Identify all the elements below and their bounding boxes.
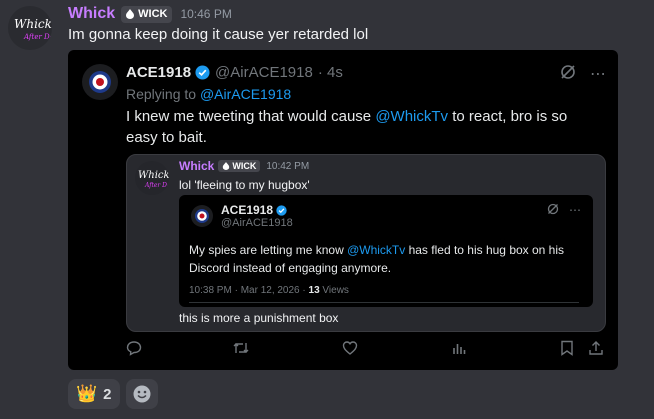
add-reaction-button[interactable] xyxy=(125,379,158,409)
reaction-count: 2 xyxy=(103,385,112,403)
message-text: Im gonna keep doing it cause yer retarde… xyxy=(68,26,369,43)
svg-text:Whick: Whick xyxy=(14,17,52,31)
crown-emoji: 👑 xyxy=(76,384,98,403)
bookmark-icon[interactable] xyxy=(560,340,574,356)
tweet-text-part: I knew me tweeting that would cause xyxy=(126,108,376,125)
tweet-tools: ⋯ xyxy=(560,64,606,84)
quoted-discord-message[interactable]: Whick After Dark Whick WICK 10:42 PM lol… xyxy=(126,154,606,332)
inner-tweet-avatar xyxy=(191,205,213,227)
views-icon[interactable] xyxy=(451,340,467,356)
quoted-guild-tag: WICK xyxy=(218,160,261,172)
tweet-display-name[interactable]: ACE1918 xyxy=(126,64,191,81)
replying-prefix: Replying to xyxy=(126,86,197,102)
retweet-icon[interactable] xyxy=(232,340,250,356)
guild-tag[interactable]: WICK xyxy=(121,5,173,23)
more-icon[interactable]: ⋯ xyxy=(590,64,606,84)
tweet-embed[interactable]: ACE1918 @AirACE1918 · 4s ⋯ Replying to @… xyxy=(68,50,618,370)
quoted-timestamp: 10:42 PM xyxy=(266,160,310,172)
share-icon[interactable] xyxy=(588,340,604,356)
svg-text:After Dark: After Dark xyxy=(144,182,169,189)
add-reaction-icon xyxy=(133,385,151,403)
inner-tweet-name-text: ACE1918 xyxy=(221,203,274,217)
svg-text:After Dark: After Dark xyxy=(23,33,52,41)
inner-tweet[interactable]: ACE1918 @AirACE1918 ⋯ My spies are letti… xyxy=(179,195,593,307)
inner-tweet-time: 10:38 PM · Mar 12, 2026 · xyxy=(189,285,309,296)
timestamp[interactable]: 10:46 PM xyxy=(180,7,231,21)
inner-tweet-views-count: 13 xyxy=(308,285,320,296)
verified-icon xyxy=(195,65,210,80)
tweet-text: I knew me tweeting that would cause @Whi… xyxy=(126,106,596,148)
tweet-avatar[interactable] xyxy=(82,64,118,100)
quoted-username: Whick xyxy=(179,159,215,173)
inner-tweet-text: My spies are letting me know @WhickTv ha… xyxy=(189,241,579,277)
inner-tweet-handle: @AirACE1918 xyxy=(221,217,293,229)
inner-tweet-tools: ⋯ xyxy=(547,203,581,217)
mention-link[interactable]: @WhickTv xyxy=(375,108,448,125)
reaction-crown[interactable]: 👑 2 xyxy=(68,379,120,409)
message-header: Whick WICK 10:46 PM xyxy=(68,4,232,24)
quoted-header: Whick WICK 10:42 PM xyxy=(179,159,309,173)
inner-tweet-display-name: ACE1918 xyxy=(221,203,287,217)
svg-text:Whick: Whick xyxy=(138,170,169,181)
grok-icon xyxy=(547,203,559,215)
avatar[interactable]: Whick After Dark xyxy=(8,6,52,50)
quoted-footer-text: this is more a punishment box xyxy=(179,311,339,325)
tweet-age: · 4s xyxy=(317,64,343,81)
tweet-header: ACE1918 @AirACE1918 · 4s xyxy=(126,64,343,81)
username[interactable]: Whick xyxy=(68,5,115,23)
quoted-guild-tag-label: WICK xyxy=(232,161,257,171)
more-icon: ⋯ xyxy=(569,203,581,217)
quoted-avatar: Whick After Dark xyxy=(135,161,169,195)
inner-tweet-text-part: My spies are letting me know xyxy=(189,243,348,257)
like-icon[interactable] xyxy=(342,340,358,356)
guild-tag-label: WICK xyxy=(138,8,168,20)
replying-to-link[interactable]: @AirACE1918 xyxy=(200,86,291,102)
tweet-actions xyxy=(68,338,618,362)
divider xyxy=(189,302,579,303)
flame-icon xyxy=(223,162,230,170)
inner-tweet-meta: 10:38 PM · Mar 12, 2026 · 13 Views xyxy=(189,285,349,296)
flame-icon xyxy=(126,9,135,19)
inner-tweet-views-label: Views xyxy=(319,285,349,296)
quoted-message-text: lol 'fleeing to my hugbox' xyxy=(179,178,310,192)
replying-to: Replying to @AirACE1918 xyxy=(126,86,291,102)
grok-icon[interactable] xyxy=(560,64,576,80)
verified-icon xyxy=(276,204,287,216)
reactions-bar: 👑 2 xyxy=(68,379,158,409)
tweet-handle[interactable]: @AirACE1918 xyxy=(215,64,313,81)
inner-mention-link: @WhickTv xyxy=(347,243,406,257)
reply-icon[interactable] xyxy=(126,340,142,356)
